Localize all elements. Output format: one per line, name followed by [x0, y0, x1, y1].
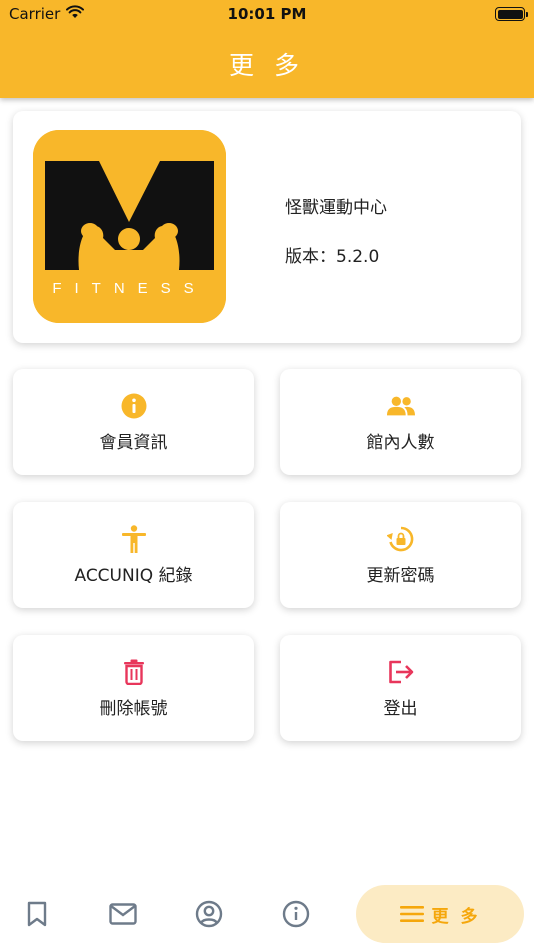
accuniq-records-button[interactable]: ACCUNIQ 紀錄 — [13, 502, 254, 608]
accessibility-icon — [120, 524, 148, 553]
tile-label: 會員資訊 — [99, 432, 168, 453]
people-icon — [386, 392, 415, 420]
page-title: 更 多 — [229, 51, 305, 80]
status-bar: Carrier 10:01 PM — [0, 0, 534, 28]
info-outline-icon — [282, 900, 310, 928]
tile-label: 登出 — [383, 698, 418, 719]
member-info-button[interactable]: 會員資訊 — [13, 369, 254, 475]
mail-icon — [109, 903, 137, 925]
app-name: 怪獸運動中心 — [285, 198, 387, 218]
app-info-card: FITNESS 怪獸運動中心 版本：5.2.0 — [13, 111, 521, 343]
info-icon — [120, 392, 148, 420]
bottom-tab-bar: 更 多 — [0, 876, 534, 950]
tab-bookmark[interactable] — [23, 900, 51, 928]
logo-wordmark: FITNESS — [52, 280, 206, 297]
tab-more-label: 更 多 — [431, 906, 481, 927]
app-logo: FITNESS — [33, 130, 226, 323]
tile-label: 更新密碼 — [366, 565, 435, 586]
lock-reset-icon — [386, 525, 415, 553]
tile-label: 館內人數 — [366, 432, 435, 453]
app-version: 版本：5.2.0 — [285, 247, 380, 267]
tab-info[interactable] — [282, 900, 310, 928]
logout-button[interactable]: 登出 — [280, 635, 521, 741]
delete-account-button[interactable]: 刪除帳號 — [13, 635, 254, 741]
logout-icon — [387, 658, 415, 686]
bookmark-icon — [27, 901, 47, 927]
tab-account[interactable] — [195, 900, 223, 928]
tile-label: 刪除帳號 — [99, 698, 168, 719]
account-circle-icon — [195, 900, 223, 928]
top-app-bar: Carrier 10:01 PM 更 多 — [0, 0, 534, 98]
occupancy-button[interactable]: 館內人數 — [280, 369, 521, 475]
menu-icon — [399, 906, 424, 922]
trash-icon — [120, 658, 148, 686]
status-time: 10:01 PM — [227, 5, 307, 23]
battery-icon — [495, 7, 528, 21]
tab-more[interactable]: 更 多 — [356, 885, 524, 943]
change-password-button[interactable]: 更新密碼 — [280, 502, 521, 608]
tab-mail[interactable] — [109, 900, 137, 928]
tile-label: ACCUNIQ 紀錄 — [74, 565, 193, 586]
